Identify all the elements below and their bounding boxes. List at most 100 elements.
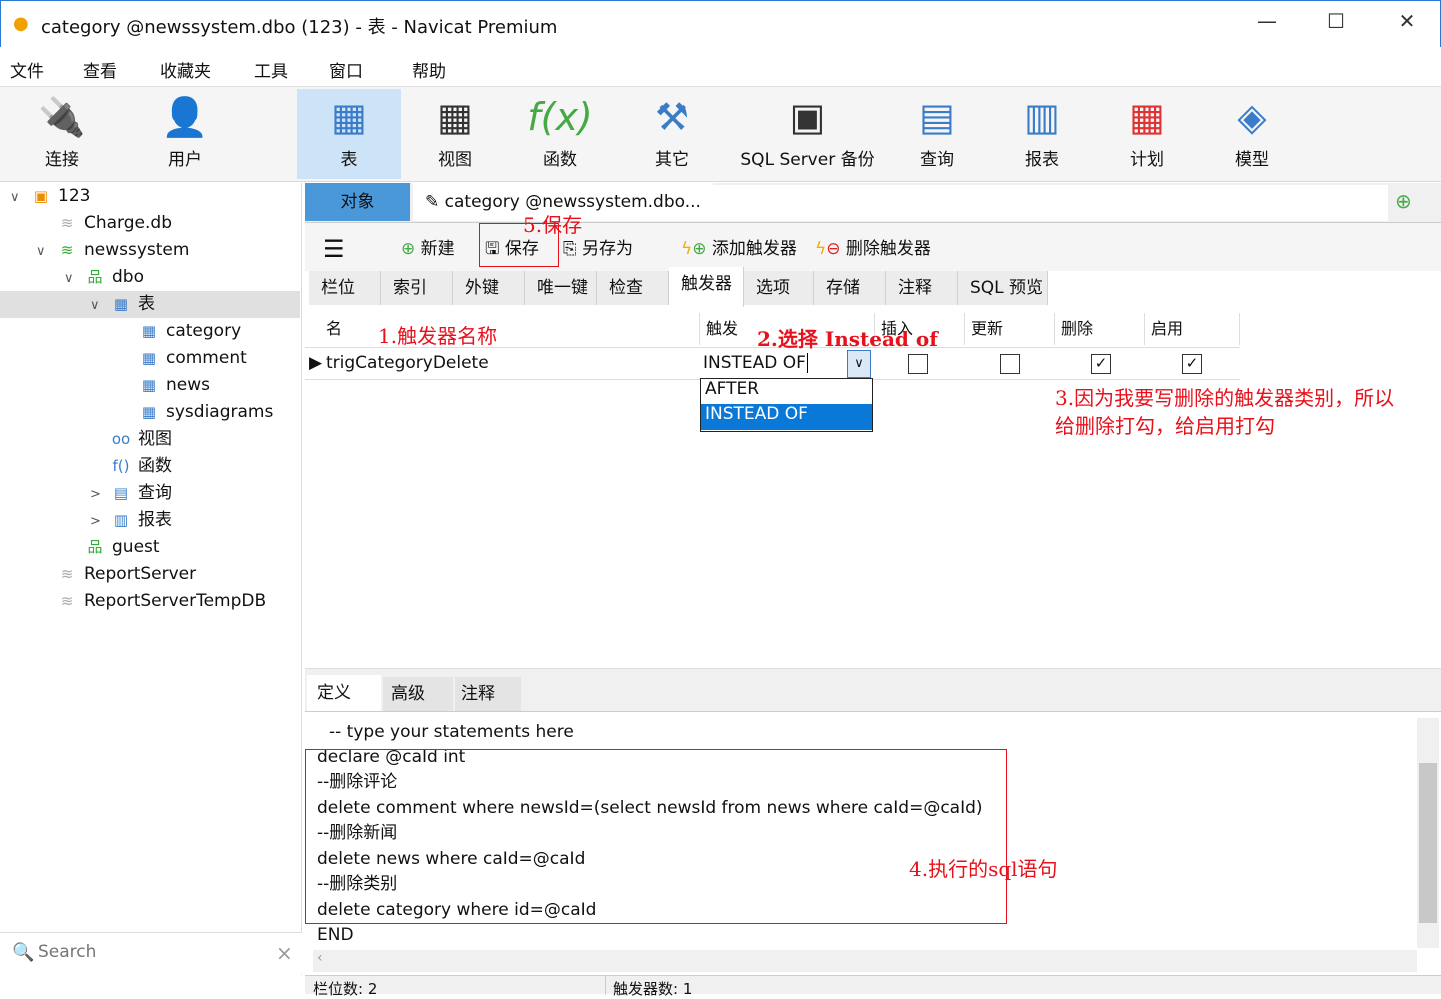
table-icon: ▦ xyxy=(331,95,367,139)
tree-node-icon: ▦ xyxy=(141,376,157,394)
tree-item-label: 视图 xyxy=(138,429,172,449)
subtab-4[interactable]: 检查 xyxy=(597,271,669,305)
title-bar: ● category @newssystem.dbo (123) - 表 - N… xyxy=(0,0,1441,47)
subtab-9[interactable]: SQL 预览 xyxy=(958,271,1048,305)
query-button[interactable]: ▤ 查询 xyxy=(897,89,977,179)
tree-item[interactable]: f() 函数 xyxy=(0,453,300,480)
subtab-3[interactable]: 唯一键 xyxy=(525,271,597,305)
menu-icon[interactable]: ☰ xyxy=(323,223,345,275)
tab-comment[interactable]: 注释 xyxy=(455,677,521,711)
tree-item[interactable]: > ▥ 报表 xyxy=(0,507,300,534)
tree-item-label: category xyxy=(166,321,242,341)
maximize-button[interactable]: ☐ xyxy=(1316,9,1356,39)
expand-arrow-icon[interactable]: > xyxy=(90,481,110,508)
tree-node-icon: ≋ xyxy=(60,241,74,259)
tree-node-icon: ▦ xyxy=(113,295,129,313)
tree-item-label: comment xyxy=(166,348,247,368)
schedule-icon: ▦ xyxy=(1129,95,1165,139)
tree-item[interactable]: ≋ ReportServer xyxy=(0,561,300,588)
connect-button[interactable]: 🔌 连接 xyxy=(22,89,102,179)
tree-item[interactable]: oo 视图 xyxy=(0,426,300,453)
enabled-checkbox[interactable]: ✓ xyxy=(1182,354,1202,374)
subtab-1[interactable]: 索引 xyxy=(381,271,453,305)
tree-item[interactable]: ▦ category xyxy=(0,318,300,345)
scroll-thumb[interactable] xyxy=(1419,763,1437,923)
close-button[interactable]: ✕ xyxy=(1387,9,1427,39)
subtab-6[interactable]: 选项 xyxy=(744,271,814,305)
table-button[interactable]: ▦ 表 xyxy=(297,89,401,179)
new-trigger-button[interactable]: ⊕ 新建 xyxy=(401,223,455,275)
expand-arrow-icon[interactable]: ∨ xyxy=(64,265,84,292)
tree-item[interactable]: ▦ sysdiagrams xyxy=(0,399,300,426)
annotation-1: 1.触发器名称 xyxy=(378,324,498,348)
model-button[interactable]: ◈ 模型 xyxy=(1212,89,1292,179)
minimize-button[interactable]: — xyxy=(1247,9,1287,39)
tab-objects[interactable]: 对象 xyxy=(305,183,410,221)
horizontal-scrollbar[interactable]: ‹ xyxy=(313,950,1417,972)
user-icon: 👤 xyxy=(161,94,209,139)
tree-item[interactable]: ≋ Charge.db xyxy=(0,210,300,237)
col-header-update[interactable]: 更新 xyxy=(965,313,1055,345)
expand-arrow-icon[interactable]: ∨ xyxy=(90,292,110,319)
insert-checkbox[interactable] xyxy=(908,354,928,374)
expand-arrow-icon[interactable]: ∨ xyxy=(10,184,30,211)
tab-advanced[interactable]: 高级 xyxy=(383,677,453,711)
report-button[interactable]: ▥ 报表 xyxy=(1002,89,1082,179)
label: 用户 xyxy=(168,150,202,170)
schedule-button[interactable]: ▦ 计划 xyxy=(1107,89,1187,179)
tree-item[interactable]: > ▤ 查询 xyxy=(0,480,300,507)
dropdown-option-instead-of[interactable]: INSTEAD OF xyxy=(701,404,872,430)
subtab-8[interactable]: 注释 xyxy=(886,271,958,305)
user-button[interactable]: 👤 用户 xyxy=(145,89,225,179)
tree-node-icon: ▦ xyxy=(141,349,157,367)
menu-tools[interactable]: 工具 xyxy=(254,57,288,82)
clear-search-icon[interactable]: × xyxy=(276,941,293,965)
fire-select[interactable]: INSTEAD OF xyxy=(703,353,808,373)
delete-trigger-button[interactable]: ϟ⊖ 删除触发器 xyxy=(815,223,931,275)
new-window-icon[interactable]: ⊕ xyxy=(1395,189,1412,213)
tree-item[interactable]: ∨ ▣ 123 xyxy=(0,183,300,210)
code-line: -- type your statements here xyxy=(329,722,574,742)
tree-item[interactable]: ∨ 品 dbo xyxy=(0,264,300,291)
tree-item[interactable]: 品 guest xyxy=(0,534,300,561)
tree-node-icon: oo xyxy=(111,430,131,448)
tree-item[interactable]: ▦ news xyxy=(0,372,300,399)
subtab-5[interactable]: 触发器 xyxy=(669,267,744,307)
menu-help[interactable]: 帮助 xyxy=(412,57,446,82)
col-header-enabled[interactable]: 启用 xyxy=(1145,313,1240,345)
subtab-2[interactable]: 外键 xyxy=(453,271,525,305)
view-button[interactable]: ▦ 视图 xyxy=(415,89,495,179)
backup-icon: ▣ xyxy=(789,95,826,139)
dropdown-option-after[interactable]: AFTER xyxy=(701,379,872,404)
update-checkbox[interactable] xyxy=(1000,354,1020,374)
field-count: 栏位数: 2 xyxy=(313,980,378,998)
tree-item[interactable]: ▦ comment xyxy=(0,345,300,372)
tree-item[interactable]: ∨ ≋ newssystem xyxy=(0,237,300,264)
sql-server-backup-button[interactable]: ▣ SQL Server 备份 xyxy=(735,89,880,179)
expand-arrow-icon[interactable]: > xyxy=(90,508,110,535)
tree-item[interactable]: ≋ ReportServerTempDB xyxy=(0,588,300,615)
other-button[interactable]: ⚒ 其它 xyxy=(632,89,712,179)
trigger-name-cell[interactable]: trigCategoryDelete xyxy=(326,353,489,373)
col-header-name[interactable]: 名 xyxy=(320,313,700,345)
trigger-count: 触发器数: 1 xyxy=(613,980,693,998)
chevron-down-icon[interactable]: ∨ xyxy=(847,350,871,378)
expand-arrow-icon[interactable]: ∨ xyxy=(36,238,56,265)
subtab-7[interactable]: 存储 xyxy=(814,271,886,305)
delete-checkbox[interactable]: ✓ xyxy=(1091,354,1111,374)
search-bar[interactable]: 🔍 × xyxy=(0,932,302,974)
status-bar: 栏位数: 2 触发器数: 1 xyxy=(305,975,1441,998)
col-header-delete[interactable]: 删除 xyxy=(1055,313,1145,345)
subtab-0[interactable]: 栏位 xyxy=(309,271,381,305)
menu-file[interactable]: 文件 xyxy=(10,57,44,82)
menu-view[interactable]: 查看 xyxy=(83,57,117,82)
tree-item[interactable]: ∨ ▦ 表 xyxy=(0,291,300,318)
menu-favorites[interactable]: 收藏夹 xyxy=(160,57,211,82)
function-button[interactable]: f(x) 函数 xyxy=(520,89,600,179)
menu-window[interactable]: 窗口 xyxy=(329,57,363,82)
tab-definition[interactable]: 定义 xyxy=(307,675,381,711)
vertical-scrollbar[interactable] xyxy=(1417,718,1439,948)
tree-item-label: dbo xyxy=(112,267,144,287)
search-input[interactable] xyxy=(38,942,258,962)
label: SQL Server 备份 xyxy=(740,150,875,170)
